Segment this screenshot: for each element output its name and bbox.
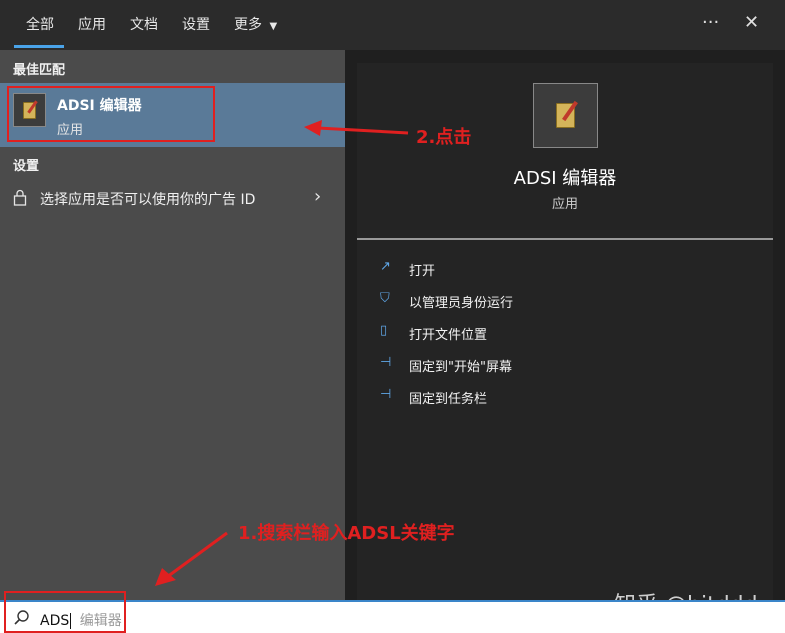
arrowhead-step2: [304, 120, 322, 136]
arrow-step2: [317, 126, 409, 135]
arrowhead-step1: [155, 568, 176, 586]
arrow-step1: [166, 531, 228, 579]
annotation-step1: 1.搜索栏输入ADSL关键字: [238, 523, 455, 544]
highlight-box-search: [4, 591, 126, 633]
annotation-step2: 2.点击: [416, 127, 472, 148]
